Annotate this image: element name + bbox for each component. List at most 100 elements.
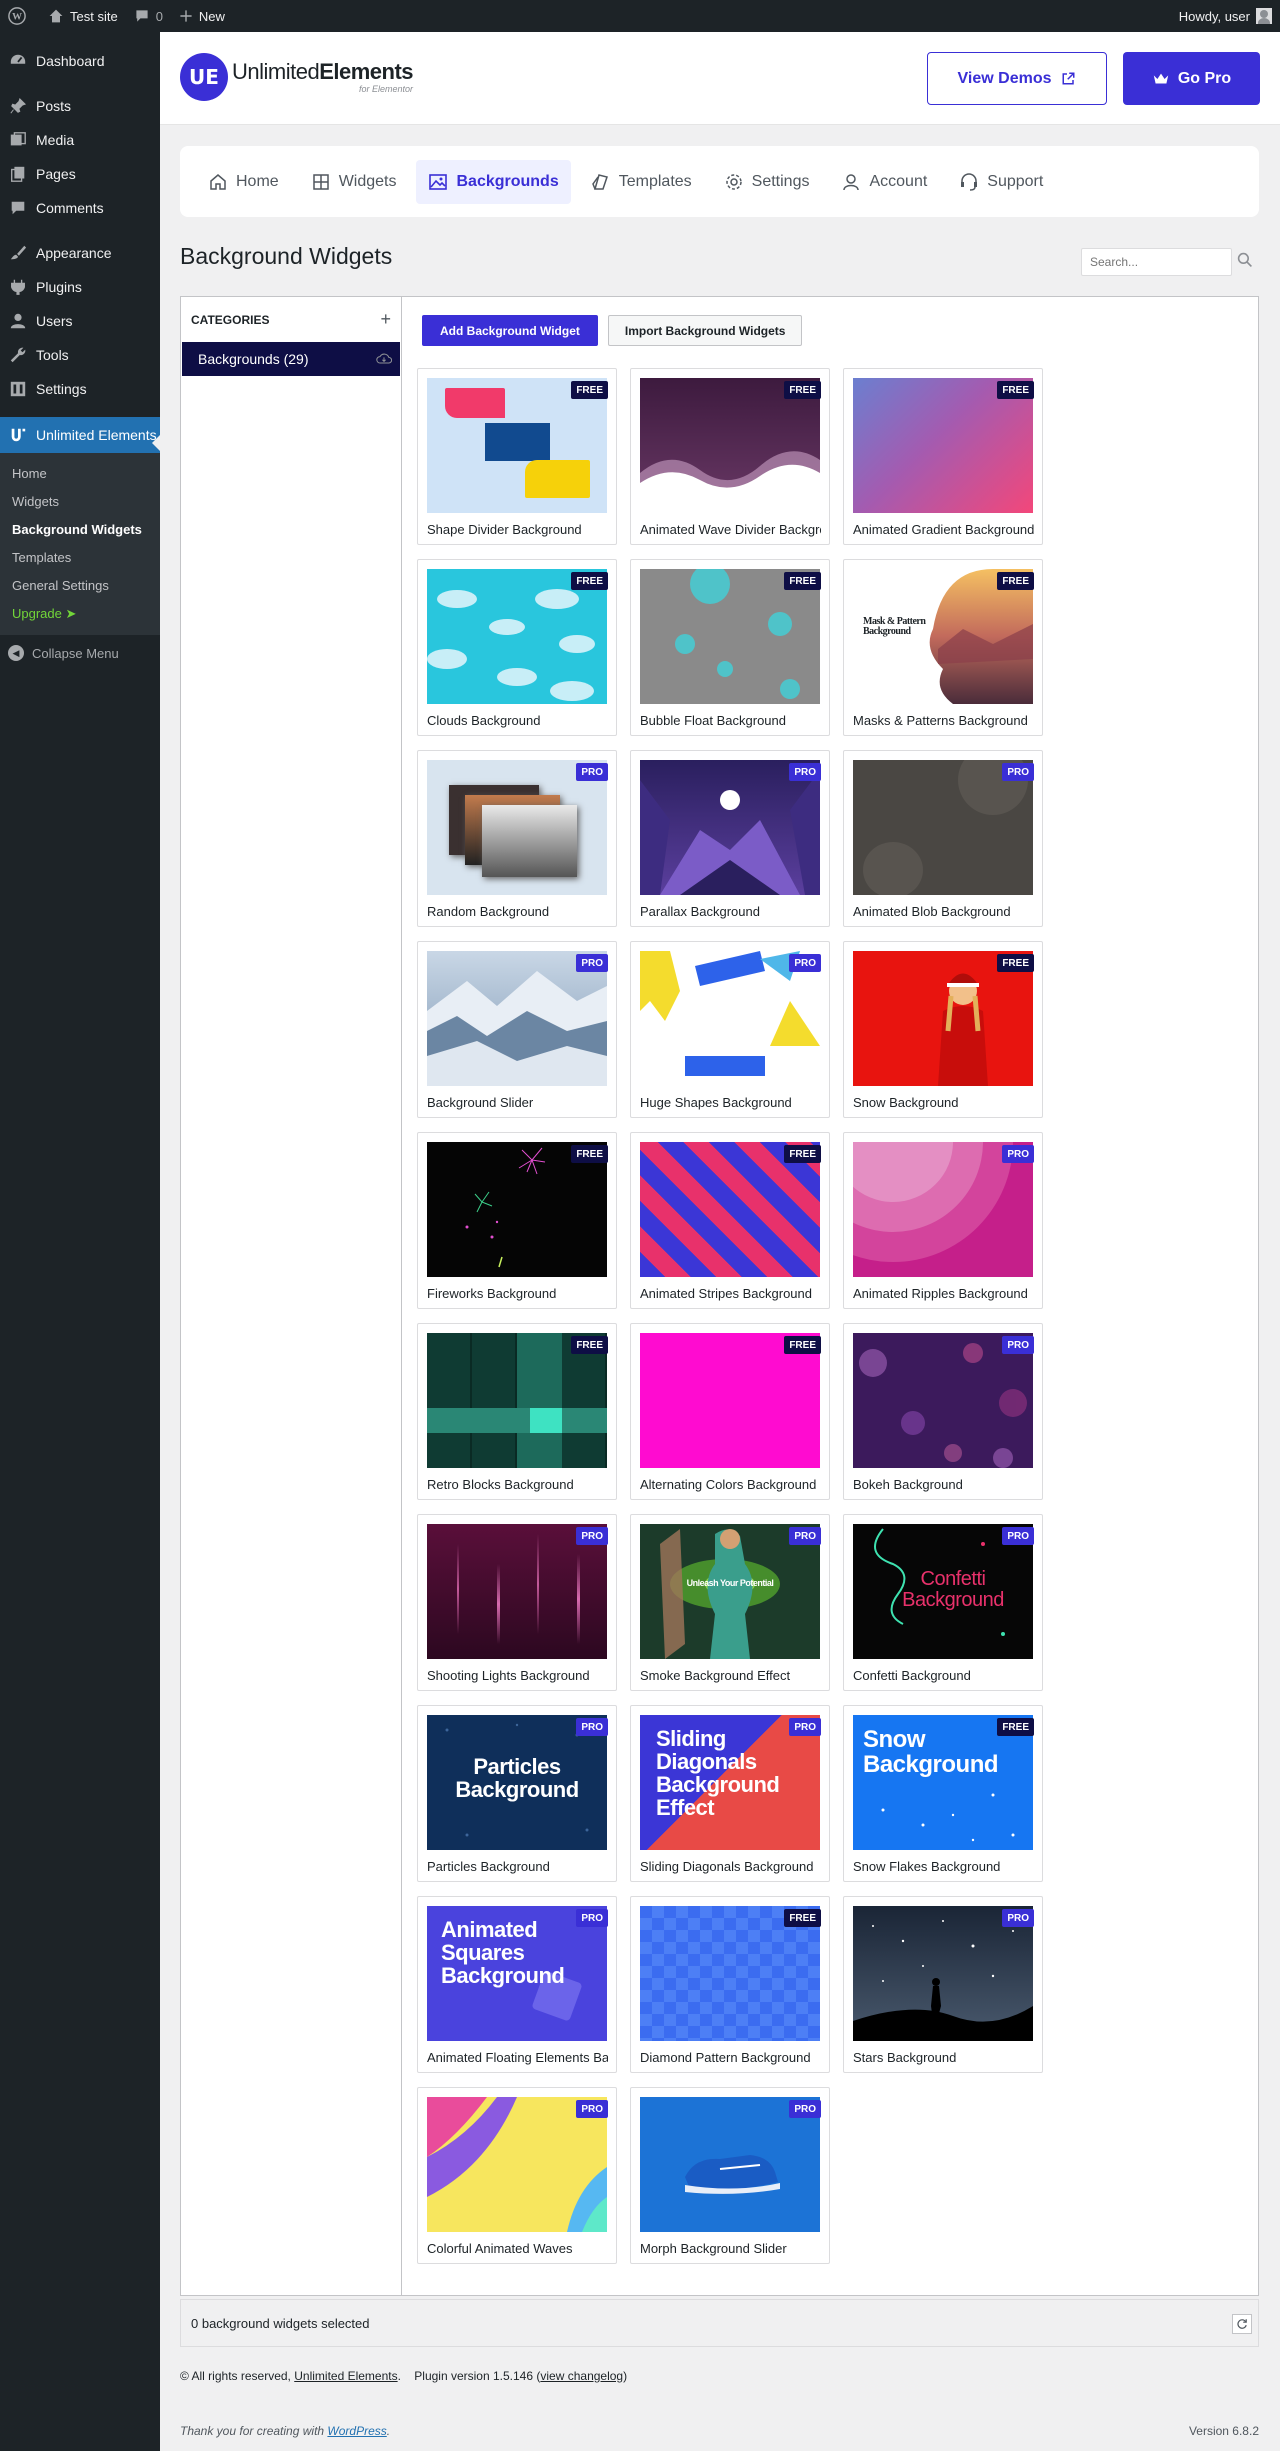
widget-name: Animated Floating Elements Background bbox=[427, 2050, 608, 2065]
collapse-label: Collapse Menu bbox=[32, 645, 119, 661]
widget-card[interactable]: FREE Retro Blocks Background bbox=[417, 1323, 617, 1500]
cloud-download-icon[interactable] bbox=[376, 352, 392, 366]
thumb-title: Snow Background bbox=[863, 1726, 999, 1779]
menu-posts[interactable]: Posts bbox=[0, 89, 160, 123]
tab-backgrounds[interactable]: Backgrounds bbox=[416, 159, 571, 204]
import-background-widgets-button[interactable]: Import Background Widgets bbox=[607, 315, 803, 346]
admin-bar-comments[interactable]: 0 bbox=[126, 0, 171, 32]
menu-unlimited-elements[interactable]: Unlimited Elements bbox=[0, 417, 160, 453]
tab-widgets[interactable]: Widgets bbox=[299, 160, 409, 204]
widget-card[interactable]: PRO Morph Background Slider bbox=[630, 2087, 830, 2264]
new-label: New bbox=[198, 8, 225, 24]
unlimited-elements-icon bbox=[8, 425, 28, 445]
collapse-menu-button[interactable]: ◀ Collapse Menu bbox=[0, 635, 160, 671]
avatar bbox=[1256, 8, 1272, 24]
menu-tools[interactable]: Tools bbox=[0, 338, 160, 372]
widget-card[interactable]: FREE Fireworks Background bbox=[417, 1132, 617, 1309]
menu-users[interactable]: Users bbox=[0, 304, 160, 338]
widget-card[interactable]: FREE Animated Gradient Background bbox=[843, 368, 1043, 545]
view-demos-label: View Demos bbox=[957, 69, 1052, 87]
add-category-icon[interactable]: + bbox=[380, 309, 391, 330]
widget-card[interactable]: PRO Shooting Lights Background bbox=[417, 1514, 617, 1691]
widget-card[interactable]: PRO Bokeh Background bbox=[843, 1323, 1043, 1500]
submenu-background-widgets[interactable]: Background Widgets bbox=[0, 516, 160, 544]
search-input[interactable] bbox=[1081, 248, 1232, 276]
widget-name: Random Background bbox=[427, 904, 550, 919]
add-background-widget-button[interactable]: Add Background Widget bbox=[422, 315, 598, 346]
badge: PRO bbox=[789, 2100, 821, 2118]
widget-card[interactable]: Confetti Background PRO Confetti Backgro… bbox=[843, 1514, 1043, 1691]
widget-card[interactable]: Particles Background PRO Particles Backg… bbox=[417, 1705, 617, 1882]
menu-settings[interactable]: Settings bbox=[0, 372, 160, 406]
widget-card[interactable]: FREE Animated Wave Divider Background bbox=[630, 368, 830, 545]
widget-card[interactable]: PRO Huge Shapes Background bbox=[630, 941, 830, 1118]
view-demos-button[interactable]: View Demos bbox=[927, 52, 1107, 105]
home-icon bbox=[49, 9, 63, 23]
menu-media[interactable]: Media bbox=[0, 123, 160, 157]
widget-name: Shape Divider Background bbox=[427, 522, 582, 537]
tab-settings[interactable]: Settings bbox=[712, 160, 822, 204]
brand-link[interactable]: Unlimited Elements bbox=[294, 2369, 397, 2383]
widget-card[interactable]: FREE Alternating Colors Background bbox=[630, 1323, 830, 1500]
widget-card[interactable]: PRO Parallax Background bbox=[630, 750, 830, 927]
widget-card[interactable]: PRO Random Background bbox=[417, 750, 617, 927]
badge: FREE bbox=[997, 572, 1034, 590]
submenu-widgets[interactable]: Widgets bbox=[0, 488, 160, 516]
widget-card[interactable]: FREE Shape Divider Background bbox=[417, 368, 617, 545]
unlimited-elements-logo: UE UnlimitedElements for Elementor bbox=[180, 53, 414, 101]
tab-account[interactable]: Account bbox=[829, 160, 939, 204]
changelog-link[interactable]: view changelog bbox=[540, 2369, 623, 2383]
widget-card[interactable]: PRO Animated Blob Background bbox=[843, 750, 1043, 927]
admin-bar-new[interactable]: New bbox=[171, 0, 233, 32]
badge: FREE bbox=[784, 572, 821, 590]
templates-icon bbox=[591, 173, 608, 190]
badge: PRO bbox=[576, 954, 608, 972]
admin-bar-account[interactable]: Howdy, user bbox=[1179, 8, 1280, 24]
go-pro-button[interactable]: Go Pro bbox=[1123, 52, 1260, 105]
menu-plugins[interactable]: Plugins bbox=[0, 270, 160, 304]
widget-card[interactable]: FREE Bubble Float Background bbox=[630, 559, 830, 736]
logo-mark-icon: UE bbox=[180, 53, 228, 101]
widget-card[interactable]: FREE Diamond Pattern Background bbox=[630, 1896, 830, 2073]
wordpress-link[interactable]: WordPress bbox=[327, 2424, 386, 2438]
submenu-general-settings[interactable]: General Settings bbox=[0, 572, 160, 600]
widget-card[interactable]: FREE Animated Stripes Background bbox=[630, 1132, 830, 1309]
menu-label: Plugins bbox=[36, 279, 82, 295]
widget-card[interactable]: Sliding Diagonals Background Effect PRO … bbox=[630, 1705, 830, 1882]
submenu-home[interactable]: Home bbox=[0, 460, 160, 488]
menu-dashboard[interactable]: Dashboard bbox=[0, 44, 160, 78]
tab-templates[interactable]: Templates bbox=[579, 160, 704, 204]
howdy-text: Howdy, user bbox=[1178, 8, 1250, 24]
badge: PRO bbox=[576, 1909, 608, 1927]
menu-comments[interactable]: Comments bbox=[0, 191, 160, 225]
tab-support[interactable]: Support bbox=[947, 160, 1055, 204]
go-pro-label: Go Pro bbox=[1177, 69, 1232, 87]
tab-home[interactable]: Home bbox=[196, 160, 291, 204]
widget-card[interactable]: FREE Snow Background bbox=[843, 941, 1043, 1118]
widget-card[interactable]: Snow Background FREE Snow Flakes Backgro… bbox=[843, 1705, 1043, 1882]
submenu-upgrade[interactable]: Upgrade ➤ bbox=[0, 600, 160, 628]
menu-appearance[interactable]: Appearance bbox=[0, 236, 160, 270]
widget-card[interactable]: Animated Squares Background PRO Animated… bbox=[417, 1896, 617, 2073]
wrench-icon bbox=[8, 345, 28, 365]
menu-label: Appearance bbox=[36, 245, 112, 261]
widget-card[interactable]: FREE Clouds Background bbox=[417, 559, 617, 736]
widget-card[interactable]: PRO Stars Background bbox=[843, 1896, 1043, 2073]
admin-bar-site[interactable]: Test site bbox=[40, 0, 126, 32]
widget-card[interactable]: PRO Background Slider bbox=[417, 941, 617, 1118]
settings-icon bbox=[8, 379, 28, 399]
category-item-backgrounds[interactable]: Backgrounds (29) bbox=[182, 342, 400, 376]
menu-pages[interactable]: Pages bbox=[0, 157, 160, 191]
widget-card[interactable]: PRO Colorful Animated Waves bbox=[417, 2087, 617, 2264]
logo-bold: Elements bbox=[319, 58, 414, 84]
refresh-button[interactable] bbox=[1232, 2314, 1252, 2334]
submenu-templates[interactable]: Templates bbox=[0, 544, 160, 572]
widget-card[interactable]: Mask & Pattern Background FREE Masks & P… bbox=[843, 559, 1043, 736]
widget-name: Parallax Background bbox=[640, 904, 760, 919]
widget-card[interactable]: Unleash Your Potential PRO Smoke Backgro… bbox=[630, 1514, 830, 1691]
widget-card[interactable]: PRO Animated Ripples Background bbox=[843, 1132, 1043, 1309]
wp-version: Version 6.8.2 bbox=[1188, 2424, 1259, 2438]
brush-icon bbox=[8, 243, 28, 263]
wordpress-logo-icon[interactable]: W bbox=[0, 0, 40, 32]
search-icon[interactable] bbox=[1237, 252, 1253, 268]
